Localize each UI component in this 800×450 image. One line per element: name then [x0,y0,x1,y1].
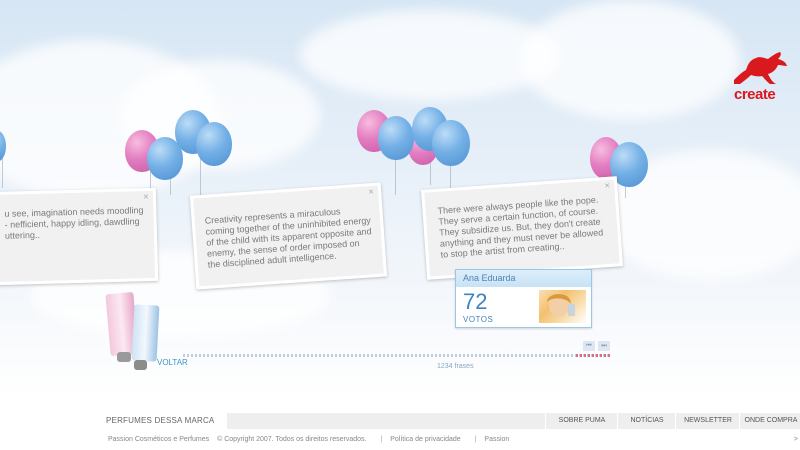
company-name: Passion Cosméticos e Perfumes [108,436,210,443]
privacy-link[interactable]: Política de privacidade [390,436,460,443]
vote-count: 72 [463,289,488,314]
vote-label: VOTOS [463,315,494,324]
product-tube-blue[interactable] [131,304,160,362]
balloon-blue [147,137,183,180]
copyright-text: © Copyright 2007. Todos os direitos rese… [217,436,367,443]
product-cap [134,360,147,370]
author-name: Ana Eduarda [456,270,591,287]
balloon-blue [378,116,414,160]
balloon-blue [432,120,470,166]
corner-arrow[interactable]: > [794,436,798,443]
perfumes-link[interactable]: PERFUMES DESSA MARCA [106,416,214,425]
nav-onde-comprar[interactable]: ONDE COMPRA [739,413,800,429]
quote-card[interactable]: ✕ u see, imagination needs moodling - ne… [0,187,159,286]
quote-text: There were always people like the pope. … [437,194,604,260]
balloon-string [430,160,431,185]
footer-nav: SOBRE PUMA NOTÍCIAS NEWSLETTER ONDE COMP… [227,413,800,429]
sky-background: create ✕ u see, imagination needs moodli… [0,0,800,395]
author-photo [539,290,586,323]
timeline-position [576,354,611,357]
quote-text: u see, imagination needs moodling - neff… [4,205,144,241]
nav-newsletter[interactable]: NEWSLETTER [675,413,740,429]
nav-noticias[interactable]: NOTÍCIAS [617,413,676,429]
quote-card[interactable]: ✕ Creativity represents a miraculous com… [189,182,388,290]
product-cap [117,352,131,362]
balloon-blue [196,122,232,166]
brand-logo[interactable]: create [732,50,792,103]
passion-link[interactable]: Passion [484,436,509,443]
balloon-string [395,155,396,195]
voltar-link[interactable]: VOLTAR [157,358,188,367]
footer-bar: PERFUMES DESSA MARCA SOBRE PUMA NOTÍCIAS… [0,413,800,429]
author-avatar-icon [547,293,575,317]
footer-copyright: Passion Cosméticos e Perfumes © Copyrigh… [108,436,510,443]
timeline-track[interactable] [183,354,611,357]
cloud [520,0,740,120]
frases-count: 1234 frases [437,363,474,370]
balloon-string [2,158,3,188]
prev-button[interactable]: ⏮ [583,341,595,351]
next-button[interactable]: ⏭ [598,341,610,351]
quote-card[interactable]: ✕ There were always people like the pope… [421,176,623,280]
nav-sobre-puma[interactable]: SOBRE PUMA [545,413,618,429]
brand-tagline: create [734,86,776,103]
quote-text: Creativity represents a miraculous comin… [204,206,372,270]
vote-box[interactable]: Ana Eduarda 72 VOTOS [455,269,592,328]
puma-cat-icon [734,52,787,84]
